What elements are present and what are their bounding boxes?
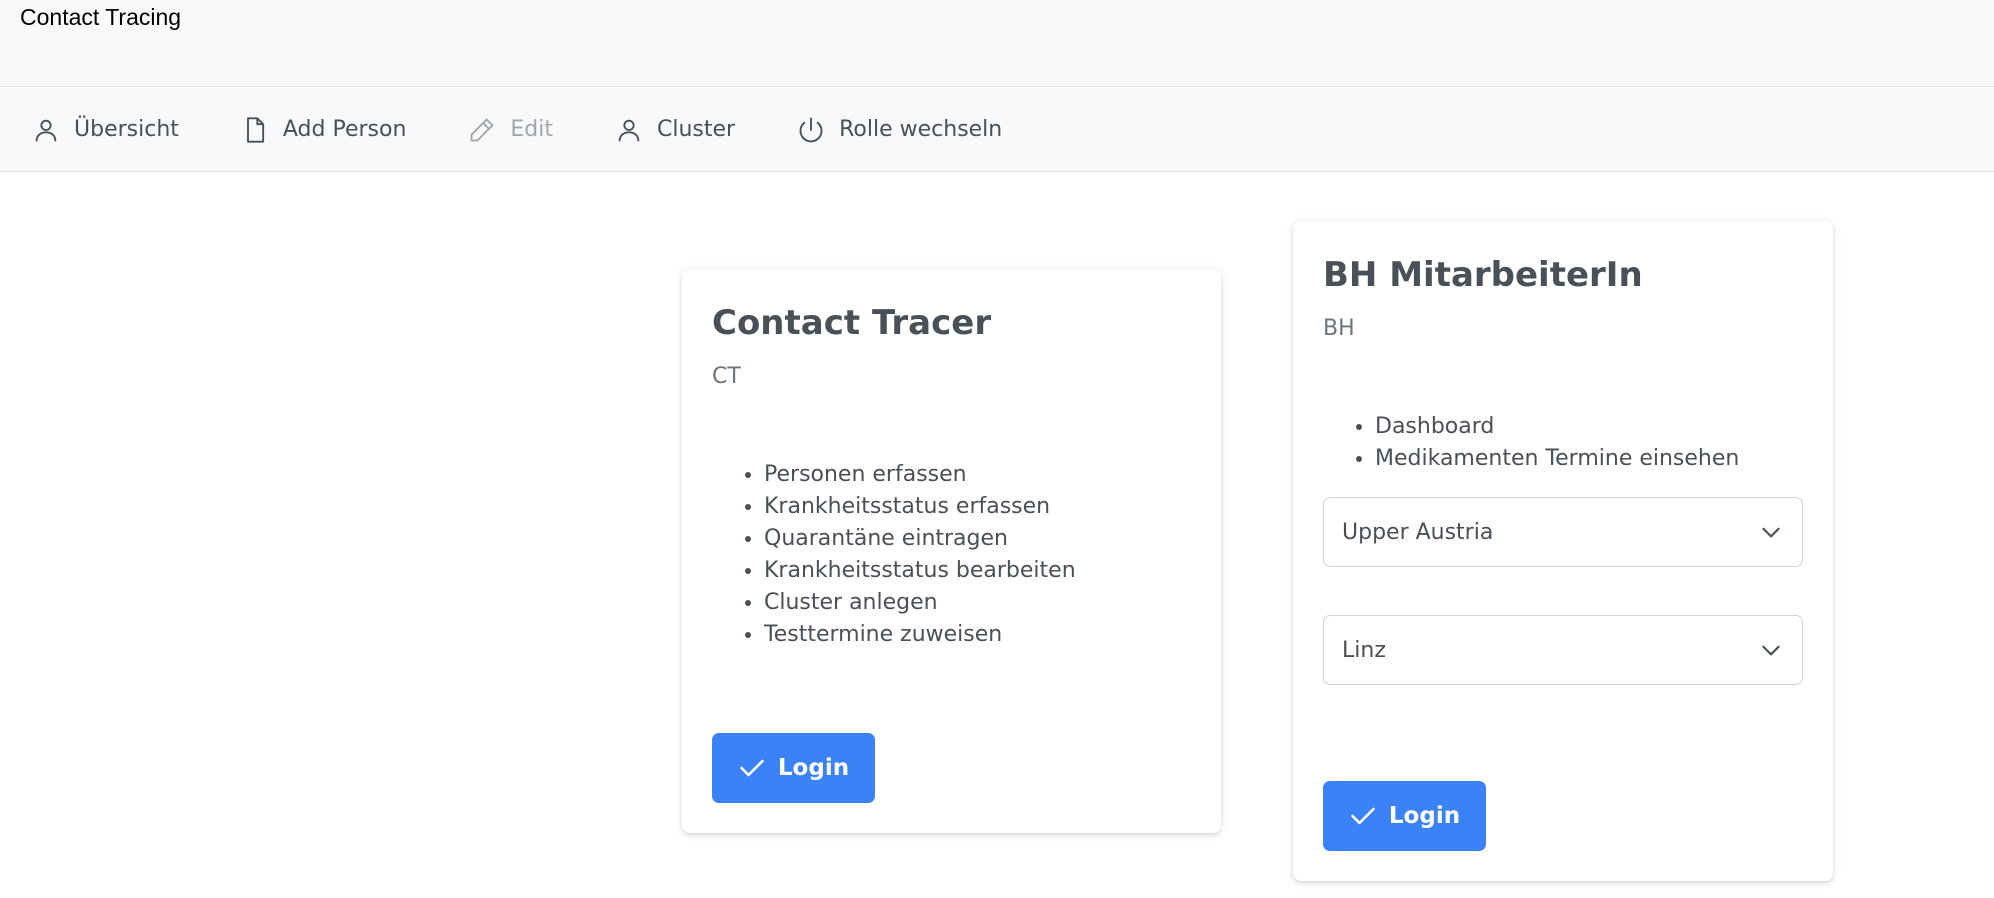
list-item: Krankheitsstatus erfassen (764, 491, 1076, 523)
pencil-icon (470, 118, 494, 141)
feature-list: Dashboard Medikamenten Termine einsehen (1353, 411, 1739, 475)
card-title: BH MitarbeiterIn (1323, 255, 1643, 295)
state-select-value: Upper Austria (1342, 519, 1494, 545)
list-item: Personen erfassen (764, 459, 1076, 491)
role-card-contact-tracer: Contact Tracer CT Personen erfassen Kran… (682, 269, 1221, 833)
login-button[interactable]: Login (712, 733, 875, 803)
role-card-bh-mitarbeiterin: BH MitarbeiterIn BH Dashboard Medikament… (1293, 221, 1833, 881)
menu-item-label: Edit (510, 117, 554, 142)
user-icon (35, 119, 57, 141)
chevron-down-icon (1762, 645, 1780, 656)
file-icon (246, 116, 264, 143)
check-icon (1351, 807, 1375, 825)
chevron-down-icon (1762, 527, 1780, 538)
menu-item-label: Add Person (282, 117, 407, 142)
menu-item-cluster[interactable]: Cluster (615, 116, 735, 144)
district-select-value: Linz (1342, 637, 1386, 663)
list-item: Medikamenten Termine einsehen (1375, 443, 1739, 475)
district-select[interactable]: Linz (1323, 615, 1803, 685)
login-button-label: Login (777, 755, 850, 781)
user-icon (618, 119, 640, 141)
card-subtitle: CT (712, 364, 741, 389)
check-icon (740, 759, 764, 777)
menu-item-label: Cluster (657, 117, 736, 142)
power-icon (799, 116, 823, 142)
login-button-label: Login (1388, 803, 1461, 829)
menubar: Übersicht Add Person Edit Cluster Rolle … (0, 88, 1994, 172)
menu-item-label: Rolle wechseln (839, 117, 1003, 142)
app-title: Contact Tracing (20, 4, 182, 30)
menu-item-rolle-wechseln[interactable]: Rolle wechseln (797, 116, 1002, 144)
card-subtitle: BH (1323, 316, 1355, 341)
list-item: Cluster anlegen (764, 587, 1076, 619)
feature-list: Personen erfassen Krankheitsstatus erfas… (742, 459, 1076, 651)
card-title: Contact Tracer (712, 303, 992, 343)
app-header: Contact Tracing (0, 0, 1994, 87)
menu-item-label: Übersicht (74, 117, 179, 142)
list-item: Krankheitsstatus bearbeiten (764, 555, 1076, 587)
menu-item-edit: Edit (468, 116, 553, 144)
menu-item-uebersicht[interactable]: Übersicht (32, 116, 179, 144)
list-item: Testtermine zuweisen (764, 619, 1076, 651)
state-select[interactable]: Upper Austria (1323, 497, 1803, 567)
list-item: Dashboard (1375, 411, 1739, 443)
login-button[interactable]: Login (1323, 781, 1486, 851)
menu-item-add-person[interactable]: Add Person (241, 116, 407, 144)
list-item: Quarantäne eintragen (764, 523, 1076, 555)
